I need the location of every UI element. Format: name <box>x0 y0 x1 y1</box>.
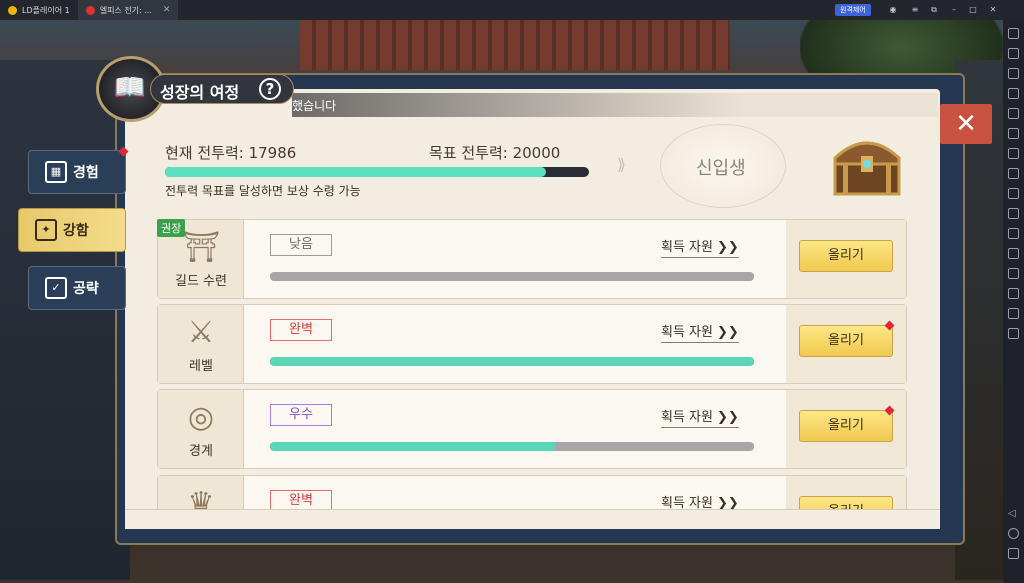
close-icon: ✕ <box>955 109 977 139</box>
quest-icon: ▦ <box>45 161 67 183</box>
close-button[interactable]: ✕ <box>940 104 992 144</box>
tab-strategy[interactable]: ✓ 공략 <box>28 266 126 310</box>
double-chevron-icon: ❯❯ <box>716 496 739 509</box>
sword-wings-icon: ⚔ <box>187 315 215 350</box>
raise-button[interactable]: 올리기 <box>799 240 893 272</box>
building-left <box>0 60 130 580</box>
gain-label: 획득 자원 <box>661 496 713 509</box>
emulator-tab-game[interactable]: 엘피스 전기: ... ✕ <box>77 0 179 20</box>
raise-button[interactable]: 올리기 <box>799 496 893 509</box>
grade-badge: 완벽 <box>270 490 332 509</box>
row-progress-bar <box>270 357 754 366</box>
remote-control-button[interactable]: 원격제어 <box>835 4 871 16</box>
gain-label: 획득 자원 <box>661 325 713 340</box>
double-chevron-icon: ❯❯ <box>716 325 739 340</box>
tab-close-icon[interactable]: ✕ <box>163 5 171 15</box>
volume-down-icon[interactable] <box>1008 108 1019 119</box>
tab-label: 경험 <box>73 165 99 181</box>
double-chevron-icon: ❯❯ <box>716 410 739 425</box>
grade-badge: 우수 <box>270 404 332 426</box>
list-item: ⚔ 레벨 완벽 획득 자원 ❯❯ 올리기 <box>157 304 907 384</box>
row-icon-box: ◎ 경계 <box>158 390 244 468</box>
checklist-icon: ✓ <box>45 277 67 299</box>
restore-icon[interactable]: ⧉ <box>929 5 939 15</box>
home-icon[interactable] <box>1008 528 1019 539</box>
gain-resources-link[interactable]: 획득 자원 ❯❯ <box>661 321 739 343</box>
account-icon[interactable]: ◉ <box>888 5 898 15</box>
strength-icon: ✦ <box>35 219 57 241</box>
video-icon[interactable] <box>1008 228 1019 239</box>
row-name: 길드 수련 <box>175 274 227 289</box>
list-item: ◎ 경계 우수 획득 자원 ❯❯ 올리기 <box>157 389 907 469</box>
window-close-icon[interactable]: ✕ <box>988 5 998 15</box>
gain-resources-link[interactable]: 획득 자원 ❯❯ <box>661 492 739 509</box>
emulator-toolbar: ◁ <box>1003 20 1024 583</box>
maximize-icon[interactable]: □ <box>968 5 978 15</box>
row-progress-bar <box>270 272 754 281</box>
spiral-icon: ◎ <box>187 400 215 435</box>
emulator-tab-home[interactable]: LD플레이어 1 <box>0 0 78 20</box>
row-list: ⛩ 길드 수련 권장 낮음 획득 자원 ❯❯ 올리기 ⚔ 레벨 완벽 획득 자원 ❯… <box>125 89 940 509</box>
gain-resources-link[interactable]: 획득 자원 ❯❯ <box>661 406 739 428</box>
folder-icon[interactable] <box>1008 288 1019 299</box>
gamepad-icon[interactable] <box>1008 68 1019 79</box>
gain-label: 획득 자원 <box>661 240 713 255</box>
tab-strength[interactable]: ✦ 강함 <box>18 208 126 252</box>
phone-icon[interactable] <box>1008 268 1019 279</box>
back-icon[interactable]: ◁ <box>1008 508 1019 519</box>
location-icon[interactable] <box>1008 308 1019 319</box>
robot-icon[interactable] <box>1008 188 1019 199</box>
apk-icon[interactable] <box>1008 168 1019 179</box>
grade-badge: 완벽 <box>270 319 332 341</box>
row-icon-box: ⚔ 레벨 <box>158 305 244 383</box>
crown-icon: ♛ <box>187 486 215 509</box>
tab-label: 강함 <box>63 223 89 239</box>
list-item: ♛ 완벽 획득 자원❯❯ 올리기 <box>157 475 907 509</box>
tab-experience[interactable]: ▦ 경험 <box>28 150 126 194</box>
recents-icon[interactable] <box>1008 548 1019 559</box>
row-progress-fill <box>270 442 556 451</box>
panel-bottom-edge <box>125 509 940 529</box>
volume-up-icon[interactable] <box>1008 88 1019 99</box>
raise-button[interactable]: 올리기 <box>799 325 893 357</box>
tab-label: 엘피스 전기: ... <box>99 5 152 15</box>
row-icon-box: ♛ <box>158 476 244 509</box>
sync-icon[interactable] <box>1008 248 1019 259</box>
roof-tiles <box>300 20 730 70</box>
row-progress-bar <box>270 442 754 451</box>
settings-icon[interactable] <box>1008 28 1019 39</box>
row-progress-fill <box>270 357 754 366</box>
raise-button[interactable]: 올리기 <box>799 410 893 442</box>
grade-badge: 낮음 <box>270 234 332 256</box>
record-icon[interactable] <box>1008 148 1019 159</box>
double-chevron-icon: ❯❯ <box>716 240 739 255</box>
screenshot-icon[interactable] <box>1008 128 1019 139</box>
guild-pagoda-icon: ⛩ <box>181 230 221 265</box>
row-name: 레벨 <box>189 359 213 374</box>
gain-resources-link[interactable]: 획득 자원 ❯❯ <box>661 236 739 258</box>
recommended-badge: 권장 <box>157 219 186 237</box>
row-name: 경계 <box>189 444 213 459</box>
list-item: ⛩ 길드 수련 권장 낮음 획득 자원 ❯❯ 올리기 <box>157 219 907 299</box>
ldplayer-logo-icon <box>8 5 17 15</box>
tab-label: LD플레이어 1 <box>22 5 70 15</box>
minimize-icon[interactable]: – <box>949 5 959 15</box>
game-logo-icon <box>85 5 95 15</box>
menu-icon[interactable]: ≡ <box>910 5 920 15</box>
more-icon[interactable] <box>1008 328 1019 339</box>
keyboard-icon[interactable] <box>1008 48 1019 59</box>
scissors-icon[interactable] <box>1008 208 1019 219</box>
tab-label: 공략 <box>73 281 99 297</box>
gain-label: 획득 자원 <box>661 410 713 425</box>
